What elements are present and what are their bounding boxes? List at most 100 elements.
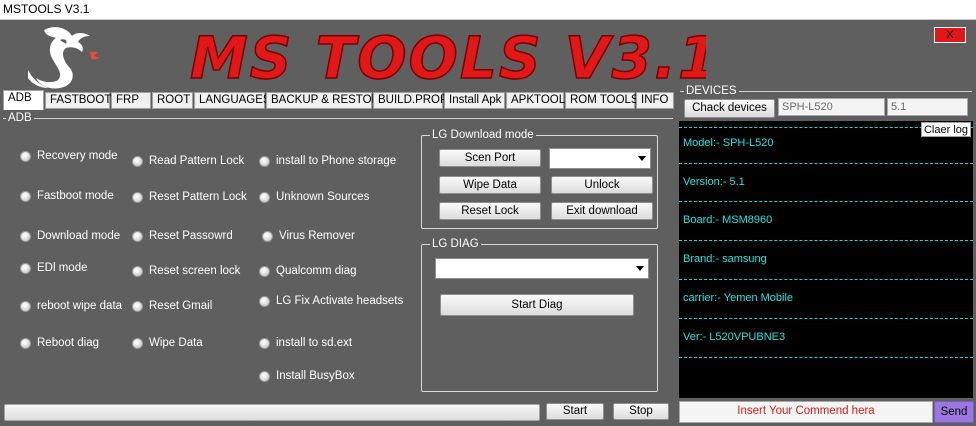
- radio-read-pattern-lock[interactable]: Read Pattern Lock: [132, 155, 244, 167]
- unlock-button[interactable]: Unlock: [551, 176, 653, 194]
- stop-button[interactable]: Stop: [613, 403, 669, 420]
- tab-fastboot[interactable]: FASTBOOT: [45, 92, 111, 109]
- close-button[interactable]: X: [934, 27, 966, 43]
- tab-build-prop[interactable]: BUILD.PROP: [373, 92, 448, 109]
- wipe-data-button[interactable]: Wipe Data: [439, 176, 541, 194]
- radio-label: EDl mode: [37, 262, 88, 274]
- radio-recovery-mode[interactable]: Recovery mode: [20, 150, 118, 162]
- port-select[interactable]: [549, 148, 651, 169]
- lg-diag-label: LG DIAG: [430, 238, 481, 250]
- radio-unknown-sources[interactable]: Unknown Sources: [259, 191, 369, 203]
- radio-reset-gmail[interactable]: Reset Gmail: [132, 300, 212, 312]
- radio-label: install to sd.ext: [276, 337, 353, 349]
- log-line-model: Model:- SPH-L520: [683, 137, 774, 149]
- radio-label: LG Fix Activate headsets: [276, 295, 404, 307]
- radio-install-sd-ext[interactable]: install to sd.ext: [259, 337, 352, 349]
- radio-label: Fastboot mode: [37, 190, 114, 202]
- radio-dot: [20, 190, 31, 202]
- tab-install-apk[interactable]: Install Apk: [444, 92, 505, 109]
- chevron-down-icon: [636, 266, 644, 271]
- progress-bar: [4, 404, 540, 421]
- log-separator: [679, 163, 973, 164]
- adb-group-label: ADB: [6, 112, 34, 124]
- radio-label: Install BusyBox: [276, 370, 355, 382]
- radio-dot: [20, 150, 31, 162]
- log-line-board: Board:- MSM8960: [683, 214, 773, 226]
- devices-label: DEVICES: [684, 85, 739, 97]
- radio-reset-screen-lock[interactable]: Reset screen lock: [132, 265, 240, 277]
- log-line-brand: Brand:- samsung: [683, 253, 767, 265]
- clear-log-button[interactable]: Claer log: [921, 122, 971, 137]
- tab-root[interactable]: ROOT: [152, 92, 193, 109]
- send-button[interactable]: Send: [934, 401, 974, 423]
- device-version-field[interactable]: 5.1: [887, 98, 968, 116]
- radio-label: reboot wipe data: [37, 300, 123, 312]
- reset-lock-button[interactable]: Reset Lock: [439, 202, 541, 220]
- diag-port-select[interactable]: [435, 258, 649, 279]
- radio-label: Download mode: [37, 230, 121, 242]
- command-input[interactable]: Insert Your Commend hera: [679, 401, 933, 423]
- exit-download-button[interactable]: Exit download: [551, 202, 653, 220]
- start-diag-button[interactable]: Start Diag: [440, 294, 634, 316]
- banner-title: MS TOOLS V3.1: [189, 23, 706, 90]
- tab-backup-restor[interactable]: BACKUP & RESTOR: [266, 92, 380, 109]
- radio-dot: [259, 370, 270, 382]
- tab-info[interactable]: INFO: [636, 92, 674, 109]
- radio-dot: [20, 300, 31, 312]
- radio-dot: [132, 300, 143, 312]
- window-title: MSTOOLS V3.1: [3, 2, 90, 16]
- tab-frp[interactable]: FRP: [111, 92, 151, 109]
- device-log-panel: Model:- SPH-L520 Version:- 5.1 Board:- M…: [679, 121, 973, 398]
- radio-dot: [259, 265, 270, 277]
- tab-apktool[interactable]: APKTOOL: [506, 92, 565, 109]
- tab-rom-tools[interactable]: ROM TOOLS: [565, 92, 639, 109]
- radio-virus-remover[interactable]: Virus Remover: [262, 230, 355, 242]
- radio-label: Unknown Sources: [276, 191, 370, 203]
- radio-dot: [132, 265, 143, 277]
- log-line-carrier: carrier:- Yemen Mobile: [683, 292, 794, 304]
- device-model-field[interactable]: SPH-L520: [778, 98, 885, 116]
- log-line-ver: Ver:- L520VPUBNE3: [683, 331, 786, 343]
- radio-dot: [259, 191, 270, 203]
- radio-dot: [262, 230, 273, 242]
- radio-edl-mode[interactable]: EDl mode: [20, 262, 88, 274]
- scan-port-button[interactable]: Scen Port: [439, 149, 541, 167]
- log-separator: [679, 240, 973, 241]
- radio-reboot-diag[interactable]: Reboot diag: [20, 337, 99, 349]
- radio-dot: [259, 337, 270, 349]
- radio-dot: [132, 230, 143, 242]
- radio-wipe-data[interactable]: Wipe Data: [132, 337, 203, 349]
- check-devices-button[interactable]: Chack devices: [684, 99, 775, 118]
- banner-text: MS TOOLS V3.1: [190, 24, 706, 90]
- radio-label: Qualcomm diag: [276, 265, 357, 277]
- radio-label: Reboot diag: [37, 337, 100, 349]
- radio-dot: [20, 337, 31, 349]
- radio-download-mode[interactable]: Download mode: [20, 230, 120, 242]
- radio-dot: [132, 155, 143, 167]
- chevron-down-icon: [638, 156, 646, 161]
- radio-label: Reset Pattern Lock: [149, 191, 247, 203]
- radio-qualcomm-diag[interactable]: Qualcomm diag: [259, 265, 357, 277]
- title-bar: MSTOOLS V3.1: [0, 0, 976, 20]
- radio-reset-password[interactable]: Reset Passowrd: [132, 230, 233, 242]
- tab-languages[interactable]: LANGUAGES: [194, 92, 271, 109]
- radio-dot: [259, 155, 270, 167]
- radio-dot: [20, 262, 31, 274]
- radio-label: Virus Remover: [279, 230, 355, 242]
- radio-dot: [20, 230, 31, 242]
- radio-dot: [132, 337, 143, 349]
- radio-fastboot-mode[interactable]: Fastboot mode: [20, 190, 114, 202]
- radio-reboot-wipe-data[interactable]: reboot wipe data: [20, 300, 122, 312]
- radio-label: Reset Gmail: [149, 300, 213, 312]
- app-window: MSTOOLS V3.1 X MS TOOLS V3.1 ADB FASTBOO…: [0, 0, 976, 426]
- radio-reset-pattern-lock[interactable]: Reset Pattern Lock: [132, 191, 247, 203]
- radio-label: Reset screen lock: [149, 265, 241, 277]
- radio-label: Reset Passowrd: [149, 230, 233, 242]
- radio-install-phone-storage[interactable]: install to Phone storage: [259, 155, 396, 167]
- radio-install-busybox[interactable]: Install BusyBox: [259, 370, 355, 382]
- tab-adb[interactable]: ADB: [3, 90, 44, 110]
- dragon-logo: [28, 27, 100, 89]
- start-button[interactable]: Start: [546, 403, 604, 420]
- radio-lg-fix-headsets[interactable]: LG Fix Activate headsets: [259, 295, 403, 307]
- log-separator: [679, 357, 973, 358]
